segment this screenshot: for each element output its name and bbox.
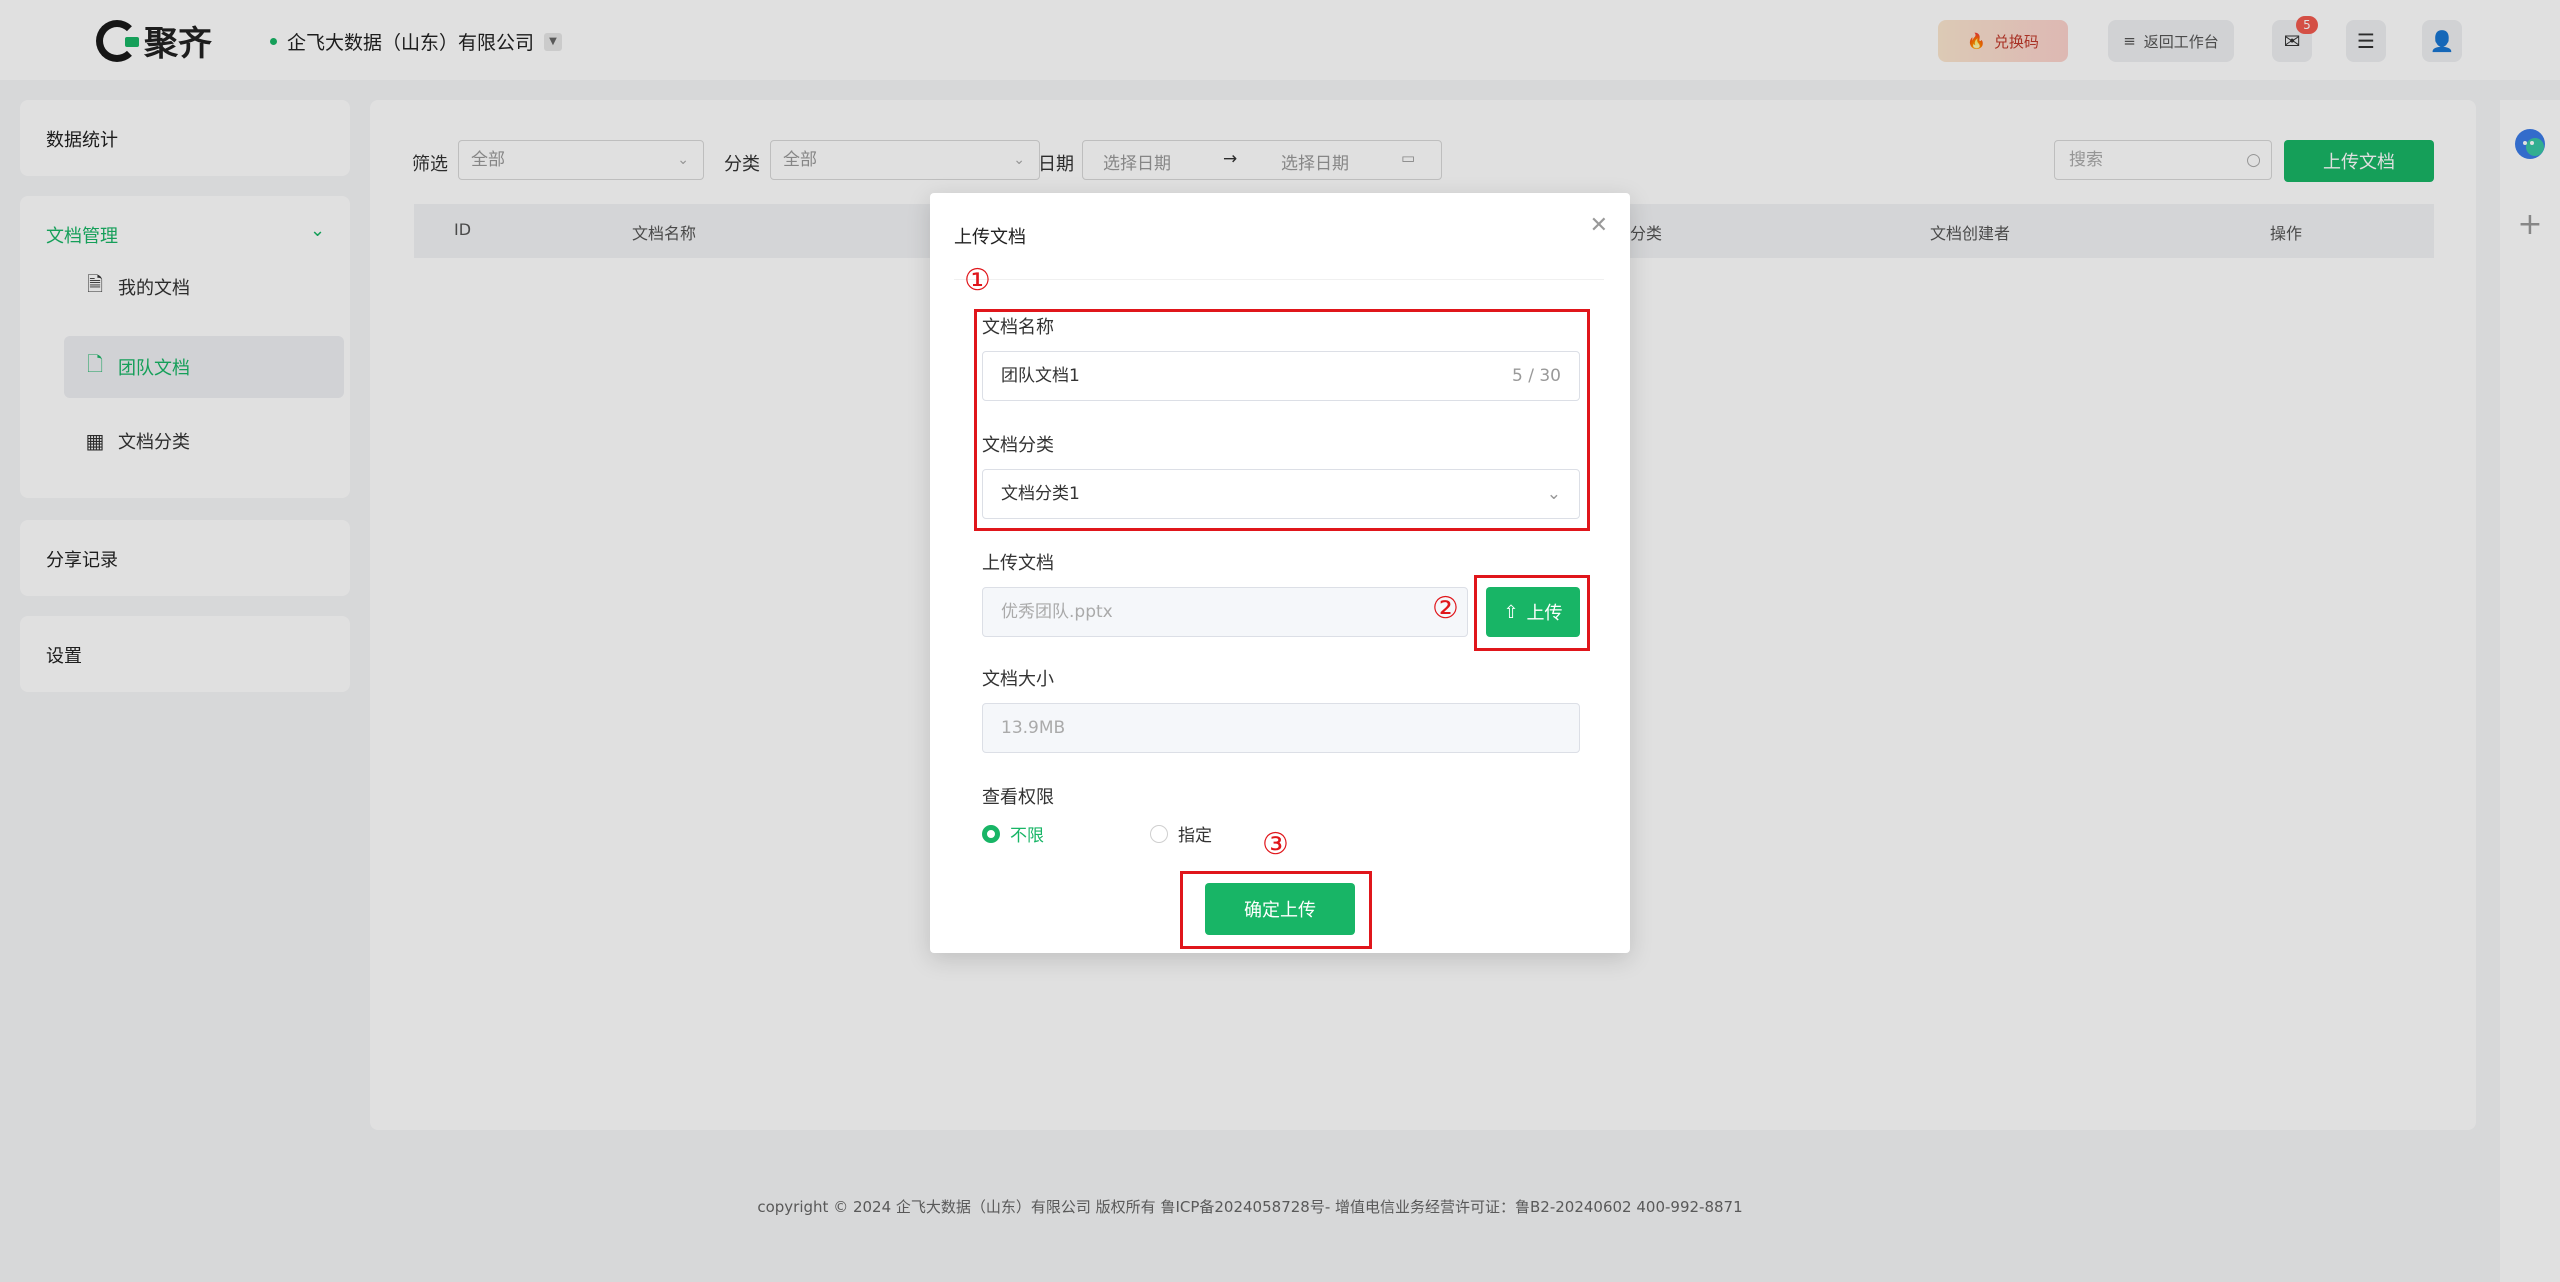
file-name-input: 优秀团队.pptx bbox=[982, 587, 1468, 637]
permission-label: 查看权限 bbox=[982, 787, 1054, 808]
doc-name-label: 文档名称 bbox=[982, 317, 1054, 338]
doc-name-value: 团队文档1 bbox=[1001, 366, 1080, 386]
upload-icon: ⇧ bbox=[1503, 601, 1519, 623]
doc-category-label: 文档分类 bbox=[982, 435, 1054, 456]
upload-document-dialog: 上传文档 ✕ ① 文档名称 团队文档1 5 / 30 文档分类 文档分类1 ⌄ … bbox=[930, 193, 1630, 953]
file-upload-button[interactable]: ⇧ 上传 bbox=[1486, 587, 1580, 637]
confirm-upload-button[interactable]: 确定上传 bbox=[1205, 883, 1355, 935]
doc-category-select[interactable]: 文档分类1 ⌄ bbox=[982, 469, 1580, 519]
doc-category-value: 文档分类1 bbox=[1001, 484, 1080, 504]
file-size-input: 13.9MB bbox=[982, 703, 1580, 753]
radio-specified[interactable] bbox=[1150, 824, 1168, 843]
upload-label: 上传 bbox=[1526, 603, 1563, 624]
file-name-value: 优秀团队.pptx bbox=[1001, 602, 1113, 622]
permission-radio-group: 不限 指定 bbox=[982, 821, 1212, 846]
radio-unlimited[interactable] bbox=[982, 824, 1000, 843]
radio-unlimited-label[interactable]: 不限 bbox=[1010, 821, 1044, 846]
dialog-title: 上传文档 bbox=[954, 227, 1026, 248]
radio-specified-label[interactable]: 指定 bbox=[1178, 821, 1212, 846]
annotation-3: ③ bbox=[1262, 827, 1289, 862]
file-label: 上传文档 bbox=[982, 553, 1054, 574]
size-label: 文档大小 bbox=[982, 669, 1054, 690]
file-size-value: 13.9MB bbox=[1001, 718, 1066, 738]
close-icon[interactable]: ✕ bbox=[1590, 213, 1608, 238]
chevron-down-icon: ⌄ bbox=[1546, 484, 1561, 504]
divider bbox=[954, 279, 1604, 280]
char-counter: 5 / 30 bbox=[1512, 366, 1561, 386]
doc-name-input[interactable]: 团队文档1 5 / 30 bbox=[982, 351, 1580, 401]
annotation-1: ① bbox=[964, 263, 991, 298]
annotation-2: ② bbox=[1432, 591, 1459, 626]
